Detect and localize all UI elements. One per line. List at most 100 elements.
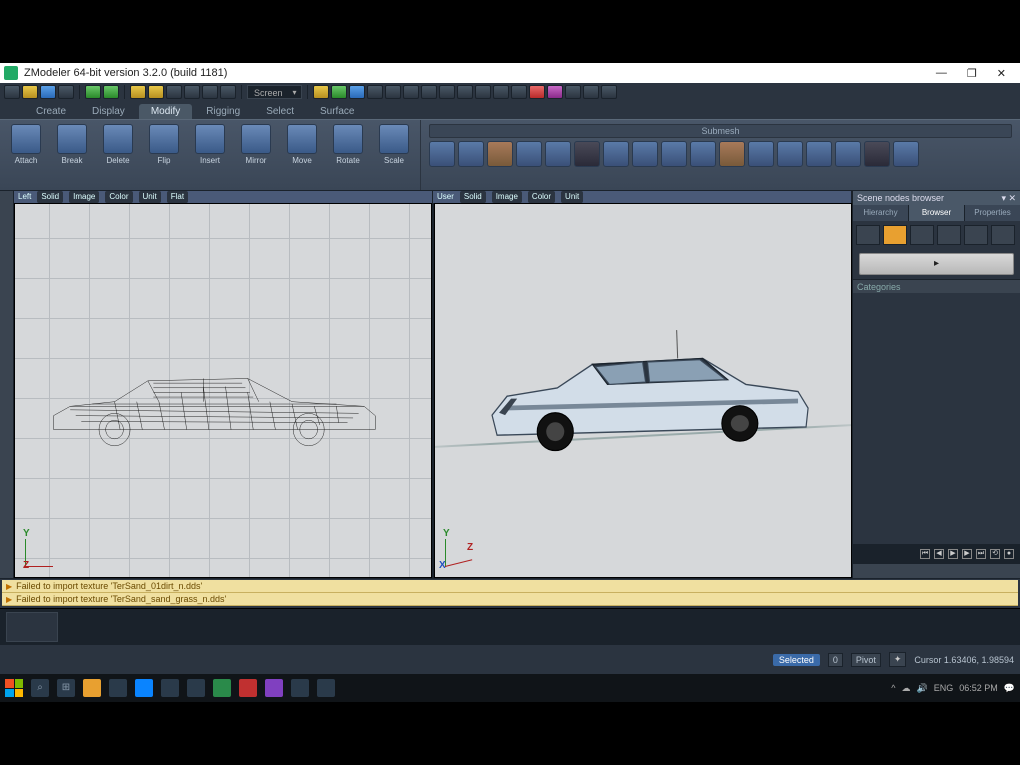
tool-break[interactable]: Break bbox=[52, 124, 92, 186]
tray-volume-icon[interactable]: 🔊 bbox=[917, 683, 928, 694]
taskbar-app-icon[interactable] bbox=[187, 679, 205, 697]
status-mode[interactable]: Pivot bbox=[851, 653, 881, 667]
transport-last-icon[interactable]: ⏭ bbox=[976, 549, 986, 559]
qa-icon[interactable] bbox=[367, 85, 383, 99]
warning-message[interactable]: Failed to import texture 'TerSand_01dirt… bbox=[2, 580, 1018, 593]
tab-hierarchy[interactable]: Hierarchy bbox=[853, 205, 908, 221]
tool-attach[interactable]: Attach bbox=[6, 124, 46, 186]
viewport-right[interactable]: Y Z X bbox=[434, 203, 852, 578]
tray-cloud-icon[interactable]: ☁ bbox=[902, 683, 911, 694]
subtool-icon[interactable] bbox=[806, 141, 832, 167]
subtool-icon[interactable] bbox=[516, 141, 542, 167]
qa-icon[interactable] bbox=[385, 85, 401, 99]
tray-lang[interactable]: ENG bbox=[934, 683, 954, 693]
transport-loop-icon[interactable]: ⟲ bbox=[990, 549, 1000, 559]
tab-modify[interactable]: Modify bbox=[139, 104, 192, 119]
qa-icon[interactable] bbox=[166, 85, 182, 99]
qa-icon[interactable] bbox=[565, 85, 581, 99]
tab-select[interactable]: Select bbox=[254, 104, 306, 119]
taskbar-zmodeler-icon[interactable] bbox=[317, 679, 335, 697]
tool-scale[interactable]: Scale bbox=[374, 124, 414, 186]
qa-redo-icon[interactable] bbox=[148, 85, 164, 99]
tab-properties[interactable]: Properties bbox=[965, 205, 1020, 221]
qa-icon[interactable] bbox=[421, 85, 437, 99]
minimize-button[interactable]: — bbox=[926, 67, 957, 79]
taskbar-app-icon[interactable] bbox=[265, 679, 283, 697]
qa-icon[interactable] bbox=[184, 85, 200, 99]
taskbar-app-icon[interactable] bbox=[239, 679, 257, 697]
qa-icon[interactable] bbox=[202, 85, 218, 99]
qa-new-icon[interactable] bbox=[4, 85, 20, 99]
subtool-icon[interactable] bbox=[835, 141, 861, 167]
subtool-icon[interactable] bbox=[487, 141, 513, 167]
viewport-right-header[interactable]: User Solid Image Color Unit bbox=[433, 191, 852, 203]
subtool-icon[interactable] bbox=[719, 141, 745, 167]
panel-section-header[interactable]: Categories bbox=[853, 279, 1020, 293]
tab-rigging[interactable]: Rigging bbox=[194, 104, 252, 119]
subtool-icon[interactable] bbox=[661, 141, 687, 167]
tab-surface[interactable]: Surface bbox=[308, 104, 366, 119]
start-button[interactable] bbox=[5, 679, 23, 697]
transport-rec-icon[interactable]: ● bbox=[1004, 549, 1014, 559]
subtool-icon[interactable] bbox=[545, 141, 571, 167]
qa-save-icon[interactable] bbox=[40, 85, 56, 99]
tool-move[interactable]: Move bbox=[282, 124, 322, 186]
qa-icon[interactable] bbox=[511, 85, 527, 99]
subtool-icon[interactable] bbox=[777, 141, 803, 167]
system-tray[interactable]: ^ ☁ 🔊 ENG 06:52 PM 💬 bbox=[891, 683, 1015, 694]
viewport-dropdown[interactable]: Screen bbox=[247, 85, 302, 99]
qa-icon[interactable] bbox=[331, 85, 347, 99]
qa-export-icon[interactable] bbox=[103, 85, 119, 99]
taskbar-taskview-icon[interactable]: ⊞ bbox=[57, 679, 75, 697]
left-rail[interactable] bbox=[0, 191, 14, 578]
warning-message[interactable]: Failed to import texture 'TerSand_sand_g… bbox=[2, 593, 1018, 606]
transport-play-icon[interactable]: ▶ bbox=[948, 549, 958, 559]
subtool-icon[interactable] bbox=[893, 141, 919, 167]
qa-icon[interactable] bbox=[493, 85, 509, 99]
subtool-icon[interactable] bbox=[748, 141, 774, 167]
subtool-icon[interactable] bbox=[458, 141, 484, 167]
subtool-icon[interactable] bbox=[632, 141, 658, 167]
tool-flip[interactable]: Flip bbox=[144, 124, 184, 186]
close-button[interactable]: ✕ bbox=[987, 67, 1016, 80]
taskbar-app-icon[interactable] bbox=[291, 679, 309, 697]
tool-mirror[interactable]: Mirror bbox=[236, 124, 276, 186]
subtool-icon[interactable] bbox=[429, 141, 455, 167]
taskbar-app-icon[interactable] bbox=[109, 679, 127, 697]
taskbar-explorer-icon[interactable] bbox=[83, 679, 101, 697]
subtool-icon[interactable] bbox=[690, 141, 716, 167]
taskbar-search-icon[interactable]: ⌕ bbox=[31, 679, 49, 697]
transport-first-icon[interactable]: ⏮ bbox=[920, 549, 930, 559]
node-thumb[interactable] bbox=[883, 225, 907, 245]
taskbar-app-icon[interactable] bbox=[161, 679, 179, 697]
viewport-left-header[interactable]: Left Solid Image Color Unit Flat bbox=[14, 191, 433, 203]
qa-icon[interactable] bbox=[601, 85, 617, 99]
maximize-button[interactable]: ❐ bbox=[957, 67, 987, 80]
taskbar-app-icon[interactable] bbox=[213, 679, 231, 697]
qa-icon[interactable] bbox=[457, 85, 473, 99]
tab-display[interactable]: Display bbox=[80, 104, 137, 119]
qa-undo-icon[interactable] bbox=[130, 85, 146, 99]
tool-rotate[interactable]: Rotate bbox=[328, 124, 368, 186]
viewport-left[interactable]: YZ bbox=[14, 203, 432, 578]
transport-next-icon[interactable]: ▶ bbox=[962, 549, 972, 559]
material-strip[interactable] bbox=[0, 608, 1020, 644]
qa-icon[interactable] bbox=[220, 85, 236, 99]
subtool-icon[interactable] bbox=[603, 141, 629, 167]
node-thumb[interactable] bbox=[937, 225, 961, 245]
tab-create[interactable]: Create bbox=[24, 104, 78, 119]
qa-icon[interactable] bbox=[529, 85, 545, 99]
tab-browser[interactable]: Browser bbox=[909, 205, 964, 221]
qa-icon[interactable] bbox=[313, 85, 329, 99]
material-thumb[interactable] bbox=[6, 612, 58, 642]
taskbar-browser-icon[interactable] bbox=[135, 679, 153, 697]
qa-saveas-icon[interactable] bbox=[58, 85, 74, 99]
qa-open-icon[interactable] bbox=[22, 85, 38, 99]
tool-insert[interactable]: Insert bbox=[190, 124, 230, 186]
qa-icon[interactable] bbox=[439, 85, 455, 99]
panel-action-button[interactable]: ▸ bbox=[859, 253, 1014, 275]
qa-icon[interactable] bbox=[583, 85, 599, 99]
tray-clock[interactable]: 06:52 PM bbox=[959, 683, 998, 693]
tray-notifications-icon[interactable]: 💬 bbox=[1004, 683, 1015, 694]
qa-icon[interactable] bbox=[403, 85, 419, 99]
